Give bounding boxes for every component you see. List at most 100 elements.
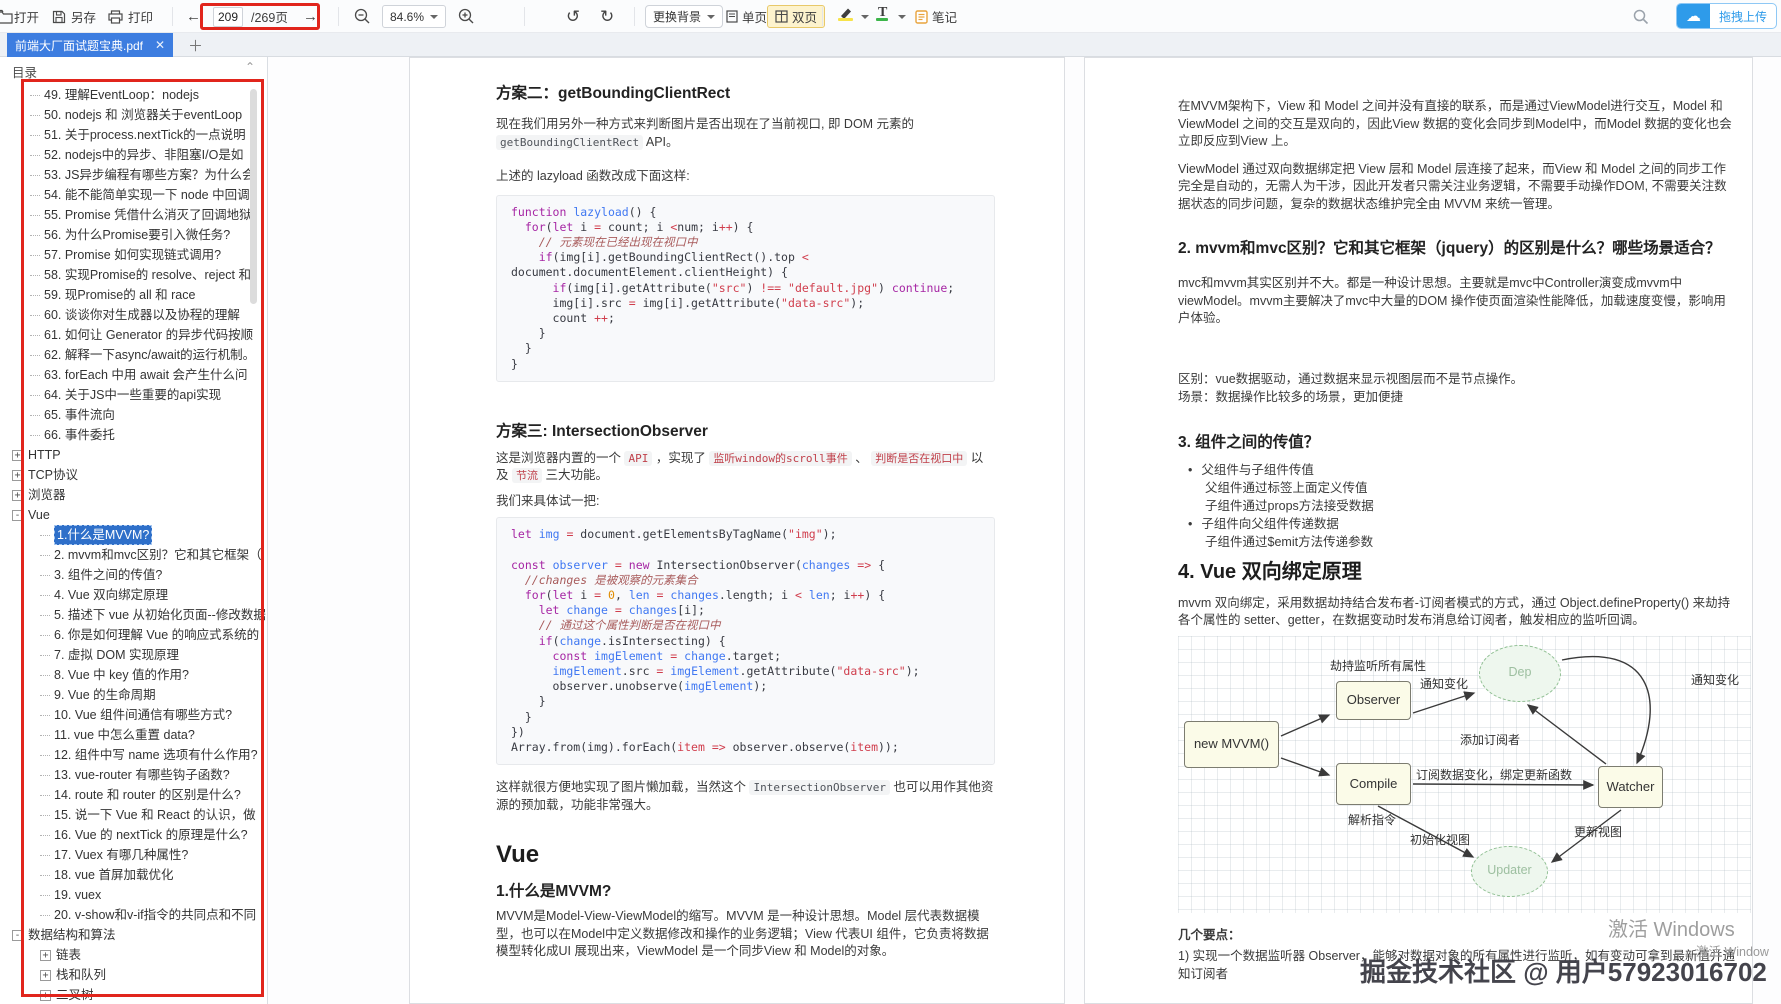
- zoom-out-button[interactable]: [354, 0, 371, 33]
- toc-item-label[interactable]: 10. Vue 组件间通信有哪些方式?: [54, 705, 232, 725]
- toc-item-label[interactable]: 8. Vue 中 key 值的作用?: [54, 665, 189, 685]
- toc-item[interactable]: 54. 能不能简单实现一下 node 中回调: [0, 185, 268, 205]
- toc-item[interactable]: 18. vue 首屏加载优化: [0, 865, 268, 885]
- sidebar-scrollbar[interactable]: [250, 89, 257, 304]
- toc-item-label[interactable]: Vue: [28, 505, 50, 525]
- toc-item-label[interactable]: 60. 谈谈你对生成器以及协程的理解: [44, 305, 240, 325]
- toc-item[interactable]: 60. 谈谈你对生成器以及协程的理解: [0, 305, 268, 325]
- toc-item[interactable]: 17. Vuex 有哪几种属性?: [0, 845, 268, 865]
- drag-upload-label[interactable]: 拖拽上传: [1710, 4, 1776, 28]
- toc-item-label[interactable]: 18. vue 首屏加载优化: [54, 865, 173, 885]
- toc-item-label[interactable]: 16. Vue 的 nextTick 的原理是什么?: [54, 825, 248, 845]
- toc-item[interactable]: 2. mvvm和mvc区别？它和其它框架（: [0, 545, 268, 565]
- toc-item-label[interactable]: 7. 虚拟 DOM 实现原理: [54, 645, 179, 665]
- expand-icon[interactable]: +: [12, 470, 23, 481]
- toc-item-label[interactable]: 栈和队列: [56, 965, 106, 985]
- toc-item-label[interactable]: 11. vue 中怎么重置 data?: [54, 725, 195, 745]
- toc-item-label[interactable]: 1.什么是MVVM?: [54, 525, 152, 545]
- drag-upload-button[interactable]: ☁ 拖拽上传: [1676, 3, 1777, 29]
- toc-item[interactable]: 56. 为什么Promise要引入微任务?: [0, 225, 268, 245]
- note-label[interactable]: 笔记: [932, 7, 957, 26]
- save-as-button[interactable]: 另存: [52, 0, 96, 33]
- toc-item-label[interactable]: 14. route 和 router 的区别是什么?: [54, 785, 241, 805]
- undo-button[interactable]: ↺: [566, 0, 580, 33]
- save-as-label[interactable]: 另存: [71, 7, 96, 26]
- toc-item-label[interactable]: 13. vue-router 有哪些钩子函数?: [54, 765, 230, 785]
- toc-item-label[interactable]: 64. 关于JS中一些重要的api实现: [44, 385, 221, 405]
- toc-item[interactable]: 8. Vue 中 key 值的作用?: [0, 665, 268, 685]
- search-button[interactable]: [1633, 0, 1649, 33]
- toc-item[interactable]: +浏览器: [0, 485, 268, 505]
- toc-item[interactable]: 14. route 和 router 的区别是什么?: [0, 785, 268, 805]
- toc-item[interactable]: +链表: [0, 945, 268, 965]
- toc-item[interactable]: 63. forEach 中用 await 会产生什么问: [0, 365, 268, 385]
- toc-item[interactable]: +栈和队列: [0, 965, 268, 985]
- toc-item[interactable]: 59. 现Promise的 all 和 race: [0, 285, 268, 305]
- toc-item[interactable]: 10. Vue 组件间通信有哪些方式?: [0, 705, 268, 725]
- page-number-input[interactable]: [213, 7, 243, 27]
- toc-item[interactable]: 57. Promise 如何实现链式调用?: [0, 245, 268, 265]
- toc-item-label[interactable]: 浏览器: [28, 485, 66, 505]
- toc-item-label[interactable]: 53. JS异步编程有哪些方案？为什么会: [44, 165, 254, 185]
- toc-item[interactable]: 3. 组件之间的传值?: [0, 565, 268, 585]
- toc-item[interactable]: -Vue: [0, 505, 268, 525]
- toc-item[interactable]: 62. 解释一下async/await的运行机制。: [0, 345, 268, 365]
- single-page-label[interactable]: 单页: [742, 7, 767, 26]
- expand-icon[interactable]: +: [40, 990, 51, 1001]
- toc-item[interactable]: 5. 描述下 vue 从初始化页面--修改数据: [0, 605, 268, 625]
- open-label[interactable]: 打开: [14, 7, 39, 26]
- print-label[interactable]: 打印: [128, 7, 153, 26]
- zoom-level-dropdown[interactable]: 84.6%: [382, 0, 446, 33]
- zoom-in-button[interactable]: [458, 0, 475, 33]
- toc-item[interactable]: 50. nodejs 和 浏览器关于eventLoop: [0, 105, 268, 125]
- toc-item-label[interactable]: 52. nodejs中的异步、非阻塞I/O是如: [44, 145, 243, 165]
- toc-item[interactable]: 1.什么是MVVM?: [0, 525, 268, 545]
- pdf-page-left[interactable]: 方案二：getBoundingClientRect 现在我们用另外一种方式来判断…: [409, 57, 1065, 1004]
- toc-item[interactable]: 49. 理解EventLoop：nodejs: [0, 85, 268, 105]
- toc-item[interactable]: 13. vue-router 有哪些钩子函数?: [0, 765, 268, 785]
- close-icon[interactable]: ✕: [155, 38, 165, 52]
- toc-item[interactable]: -数据结构和算法: [0, 925, 268, 945]
- print-button[interactable]: 打印: [108, 0, 153, 33]
- toc-item-label[interactable]: 6. 你是如何理解 Vue 的响应式系统的: [54, 625, 259, 645]
- toc-item[interactable]: 4. Vue 双向绑定原理: [0, 585, 268, 605]
- toc-item-label[interactable]: 3. 组件之间的传值?: [54, 565, 162, 585]
- prev-page-button[interactable]: ←: [186, 0, 201, 33]
- pdf-page-right[interactable]: 在MVVM架构下，View 和 Model 之间并没有直接的联系，而是通过Vie…: [1084, 57, 1753, 1004]
- toc-item-label[interactable]: 9. Vue 的生命周期: [54, 685, 156, 705]
- toc-item-label[interactable]: 4. Vue 双向绑定原理: [54, 585, 168, 605]
- toc-item-label[interactable]: 56. 为什么Promise要引入微任务?: [44, 225, 230, 245]
- toc-item-label[interactable]: 62. 解释一下async/await的运行机制。: [44, 345, 255, 365]
- toc-item-label[interactable]: 2. mvvm和mvc区别？它和其它框架（: [54, 545, 262, 565]
- open-button[interactable]: 打开: [14, 0, 39, 33]
- toc-item-label[interactable]: 二叉树: [56, 985, 94, 1004]
- toc-item[interactable]: + TCP协议: [0, 465, 268, 485]
- toc-item[interactable]: 19. vuex: [0, 885, 268, 905]
- toc-item[interactable]: 55. Promise 凭借什么消灭了回调地狱: [0, 205, 268, 225]
- toc-item-label[interactable]: 55. Promise 凭借什么消灭了回调地狱: [44, 205, 252, 225]
- toc-item[interactable]: 65. 事件流向: [0, 405, 268, 425]
- toc-item-label[interactable]: 数据结构和算法: [28, 925, 116, 945]
- tab-title[interactable]: 前端大厂面试题宝典.pdf: [15, 37, 149, 54]
- toc-item[interactable]: 52. nodejs中的异步、非阻塞I/O是如: [0, 145, 268, 165]
- toc-item[interactable]: 58. 实现Promise的 resolve、reject 和: [0, 265, 268, 285]
- toc-item-label[interactable]: 20. v-show和v-if指令的共同点和不同: [54, 905, 256, 925]
- collapse-icon[interactable]: -: [12, 930, 23, 941]
- toc-item-label[interactable]: 65. 事件流向: [44, 405, 115, 425]
- toc-item[interactable]: 53. JS异步编程有哪些方案？为什么会: [0, 165, 268, 185]
- toc-item[interactable]: 9. Vue 的生命周期: [0, 685, 268, 705]
- highlighter-button[interactable]: [838, 0, 854, 33]
- toc-item-label[interactable]: 54. 能不能简单实现一下 node 中回调: [44, 185, 250, 205]
- change-background-dropdown[interactable]: 更换背景: [645, 0, 723, 33]
- collapse-sidebar-icon[interactable]: ⌃: [245, 60, 255, 74]
- toc-item-label[interactable]: 57. Promise 如何实现链式调用?: [44, 245, 221, 265]
- toc-item-label[interactable]: 61. 如何让 Generator 的异步代码按顺: [44, 325, 253, 345]
- toc-item-label[interactable]: TCP协议: [28, 465, 78, 485]
- toc-item-label[interactable]: 链表: [56, 945, 81, 965]
- toc-item-label[interactable]: 19. vuex: [54, 885, 101, 905]
- expand-icon[interactable]: +: [12, 450, 23, 461]
- collapse-icon[interactable]: -: [12, 510, 23, 521]
- toc-item-label[interactable]: 63. forEach 中用 await 会产生什么问: [44, 365, 248, 385]
- note-button[interactable]: 笔记: [915, 0, 957, 33]
- double-page-label[interactable]: 双页: [792, 7, 817, 26]
